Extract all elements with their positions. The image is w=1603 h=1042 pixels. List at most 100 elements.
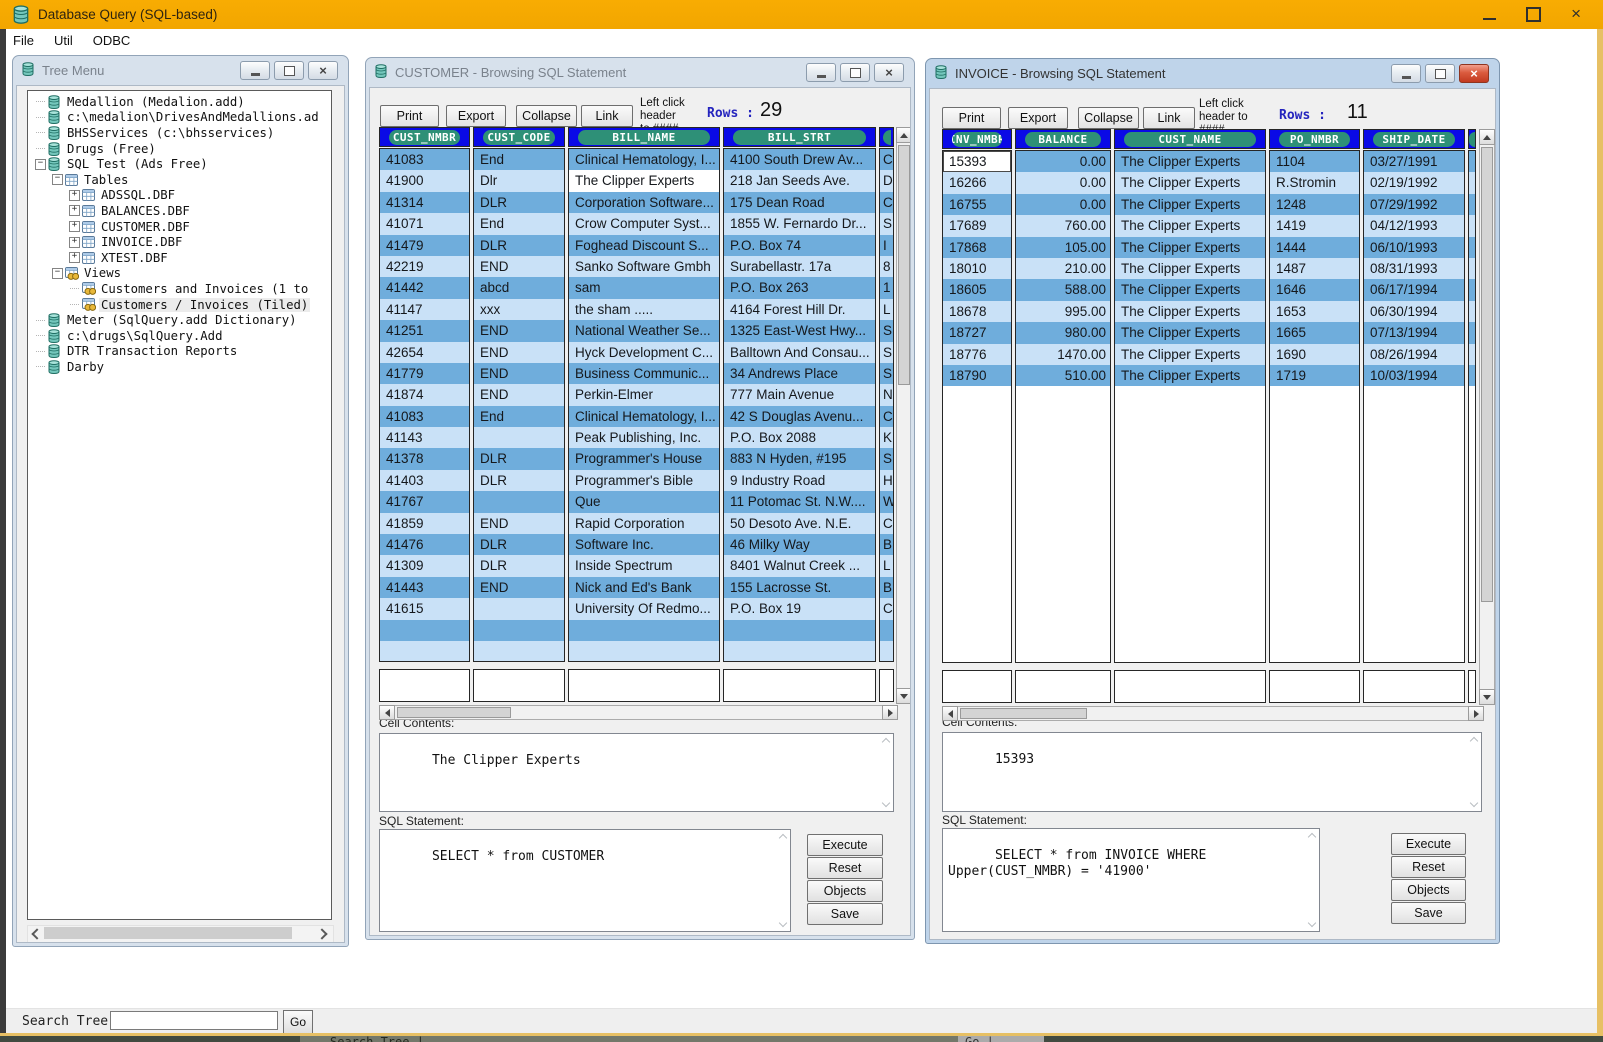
grid-cell[interactable]: 1719: [1270, 365, 1359, 386]
grid-cell[interactable]: 15393: [943, 151, 1011, 172]
scroll-up-button[interactable]: [896, 127, 911, 143]
grid-cell[interactable]: 06/17/1994: [1364, 279, 1464, 300]
action-button-save[interactable]: Save: [807, 903, 883, 925]
grid-cell[interactable]: 41147: [380, 299, 469, 320]
action-button-save[interactable]: Save: [1391, 902, 1466, 924]
grid-cell[interactable]: 02/19/1992: [1364, 172, 1464, 193]
grid-cell[interactable]: 16755: [943, 194, 1011, 215]
toolbar-button-link[interactable]: Link: [1143, 107, 1195, 129]
grid-cell[interactable]: [474, 620, 564, 641]
grid-cell[interactable]: 41479: [380, 235, 469, 256]
column-header[interactable]: BILL_NAME: [568, 127, 720, 147]
cell-contents-box[interactable]: The Clipper Experts: [379, 733, 894, 812]
scroll-down-icon[interactable]: [1308, 919, 1316, 927]
grid-cell[interactable]: 41378: [380, 448, 469, 469]
horizontal-scrollbar[interactable]: [379, 705, 896, 720]
grid-cell[interactable]: 1419: [1270, 215, 1359, 236]
grid-cell[interactable]: abcd: [474, 277, 564, 298]
grid-cell[interactable]: 18605: [943, 279, 1011, 300]
action-button-execute[interactable]: Execute: [807, 834, 883, 856]
grid-cell[interactable]: Surabellastr. 17a: [724, 256, 875, 277]
grid-cell[interactable]: Que: [569, 491, 719, 512]
minus-expander-icon[interactable]: −: [50, 268, 65, 279]
tree-item[interactable]: c:\drugs\SqlQuery.Add: [28, 328, 331, 344]
grid-cell[interactable]: 41779: [380, 363, 469, 384]
column-header[interactable]: CUST_CODE: [473, 127, 565, 147]
grid-cell[interactable]: The Clipper Experts: [1115, 237, 1265, 258]
grid-cell[interactable]: 995.00: [1016, 301, 1110, 322]
grid-cell[interactable]: 105.00: [1016, 237, 1110, 258]
scroll-right-button[interactable]: [882, 705, 898, 720]
grid-cell[interactable]: 1444: [1270, 237, 1359, 258]
grid-cell[interactable]: 34 Andrews Place: [724, 363, 875, 384]
minimize-icon[interactable]: [1483, 18, 1496, 20]
grid-cell[interactable]: The Clipper Experts: [1115, 344, 1265, 365]
grid-cell[interactable]: The Clipper Experts: [1115, 365, 1265, 386]
tree-item[interactable]: −Tables: [28, 172, 331, 188]
plus-expander-icon[interactable]: +: [67, 221, 82, 232]
grid-cell[interactable]: 41476: [380, 534, 469, 555]
tree-item[interactable]: c:\medalion\DrivesAndMedallions.ad: [28, 110, 331, 126]
toolbar-button-link[interactable]: Link: [581, 105, 633, 127]
grid-cell[interactable]: 11 Potomac St. N.W....: [724, 491, 875, 512]
plus-expander-icon[interactable]: +: [67, 252, 82, 263]
grid-cell[interactable]: Crow Computer Syst...: [569, 213, 719, 234]
tree-item[interactable]: +CUSTOMER.DBF: [28, 219, 331, 235]
grid-cell[interactable]: P.O. Box 263: [724, 277, 875, 298]
grid-cell[interactable]: END: [474, 384, 564, 405]
minus-expander-icon[interactable]: −: [50, 174, 65, 185]
scroll-down-button[interactable]: [896, 688, 911, 704]
grid-cell[interactable]: 10/03/1994: [1364, 365, 1464, 386]
grid-cell[interactable]: 41309: [380, 555, 469, 576]
menu-item-odbc[interactable]: ODBC: [83, 33, 141, 48]
grid-cell[interactable]: Programmer's House: [569, 448, 719, 469]
grid-cell[interactable]: 06/10/1993: [1364, 237, 1464, 258]
scroll-down-icon[interactable]: [779, 919, 787, 927]
grid-cell[interactable]: 41143: [380, 427, 469, 448]
minus-expander-icon[interactable]: −: [33, 159, 48, 170]
close-button[interactable]: ×: [1459, 64, 1489, 83]
tree-item[interactable]: +BALANCES.DBF: [28, 203, 331, 219]
grid-cell[interactable]: 41403: [380, 470, 469, 491]
grid-cell[interactable]: 0.00: [1016, 172, 1110, 193]
scroll-up-icon[interactable]: [779, 834, 787, 842]
grid-cell[interactable]: The Clipper Experts: [1115, 215, 1265, 236]
maximize-button[interactable]: [274, 61, 304, 80]
minimize-button[interactable]: [1391, 64, 1421, 83]
grid-cell[interactable]: [569, 641, 719, 662]
grid-cell[interactable]: 50 Desoto Ave. N.E.: [724, 513, 875, 534]
maximize-button[interactable]: [840, 63, 870, 82]
grid-cell[interactable]: National Weather Se...: [569, 320, 719, 341]
search-tree-input[interactable]: [110, 1011, 278, 1030]
grid-cell[interactable]: 41874: [380, 384, 469, 405]
scroll-up-icon[interactable]: [1308, 833, 1316, 841]
grid-cell[interactable]: 777 Main Avenue: [724, 384, 875, 405]
toolbar-button-collapse[interactable]: Collapse: [516, 105, 577, 127]
sql-statement-box[interactable]: SELECT * from CUSTOMER: [379, 829, 791, 932]
column-header[interactable]: SHIP_DATE: [1363, 129, 1465, 149]
grid-cell[interactable]: 760.00: [1016, 215, 1110, 236]
scroll-left-icon[interactable]: [31, 928, 42, 939]
grid-cell[interactable]: 1487: [1270, 258, 1359, 279]
menu-item-util[interactable]: Util: [44, 33, 83, 48]
scroll-left-button[interactable]: [379, 705, 395, 720]
scrollbar-thumb[interactable]: [898, 145, 910, 385]
grid-cell[interactable]: 18776: [943, 344, 1011, 365]
grid-cell[interactable]: DLR: [474, 534, 564, 555]
grid-cell[interactable]: END: [474, 363, 564, 384]
grid-cell[interactable]: 980.00: [1016, 322, 1110, 343]
scrollbar-thumb[interactable]: [44, 927, 292, 939]
tree-item[interactable]: Medallion (Medalion.add): [28, 94, 331, 110]
tree-item[interactable]: Customers and Invoices (1 to: [28, 281, 331, 297]
grid-cell[interactable]: Nick and Ed's Bank: [569, 577, 719, 598]
toolbar-button-print[interactable]: Print: [942, 107, 1001, 129]
scroll-up-button[interactable]: [1479, 129, 1495, 145]
tree-item[interactable]: DTR Transaction Reports: [28, 344, 331, 360]
plus-expander-icon[interactable]: +: [67, 237, 82, 248]
vertical-scrollbar[interactable]: [896, 127, 911, 702]
app-titlebar[interactable]: Database Query (SQL-based) ×: [0, 0, 1603, 29]
grid-cell[interactable]: Balltown And Consau...: [724, 342, 875, 363]
grid-cell[interactable]: 883 N Hyden, #195: [724, 448, 875, 469]
grid-cell[interactable]: 18727: [943, 322, 1011, 343]
column-header[interactable]: BALANCE: [1015, 129, 1111, 149]
